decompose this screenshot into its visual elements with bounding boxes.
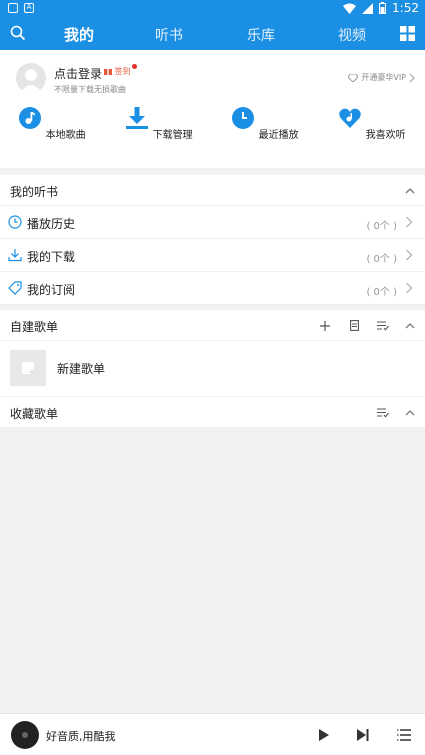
history-icon [8, 215, 22, 229]
list-item-label: 播放历史 [27, 217, 76, 231]
quick-download-manager[interactable]: 下载管理 [119, 106, 199, 141]
top-nav: 我的 听书 乐库 视频 [0, 18, 425, 50]
heart-icon [339, 108, 362, 128]
search-icon[interactable] [10, 25, 26, 41]
quick-recent-play-label: 最近播放 [258, 130, 299, 141]
clock-time: 1:52 [392, 1, 419, 15]
tab-library[interactable]: 乐库 [247, 25, 275, 45]
vip-label: 开通豪华VIP [361, 73, 406, 82]
diamond-icon [348, 73, 359, 82]
chevron-right-icon [409, 73, 415, 82]
section-title: 收藏歌单 [10, 407, 59, 421]
quick-download-manager-label: 下载管理 [152, 130, 193, 141]
login-subtitle: 不限量下载无损歌曲 [54, 85, 126, 94]
fav-playlists-header[interactable]: 收藏歌单 [0, 397, 425, 428]
audiobooks-header[interactable]: 我的听书 [0, 175, 425, 206]
download-icon [8, 249, 22, 262]
user-icon [20, 69, 42, 93]
music-note-icon [19, 107, 42, 129]
list-item-my-subscriptions[interactable]: 我的订阅 ( 0个 ) [0, 272, 425, 305]
list-item-label: 我的订阅 [27, 283, 76, 297]
mini-player[interactable]: 好音质,用酷我 [0, 713, 425, 755]
my-playlists-section: 自建歌单 新建歌单 [0, 310, 425, 397]
wifi-icon [343, 3, 357, 14]
status-bar: A 1:52 [0, 0, 425, 18]
section-title: 自建歌单 [10, 320, 59, 334]
chevron-up-icon[interactable] [405, 322, 415, 329]
quick-favorites[interactable]: 我喜欢听 [332, 106, 412, 141]
tag-icon [8, 281, 22, 295]
quick-recent-play[interactable]: 最近播放 [225, 106, 305, 141]
quick-favorites-label: 我喜欢听 [365, 130, 406, 141]
profile-card: 点击登录 签到 不限量下载无损歌曲 开通豪华VIP 本地歌曲 下载管理 最近播放… [0, 50, 425, 168]
section-title: 我的听书 [10, 185, 59, 199]
app-notification-icon: A [24, 3, 34, 13]
tab-mine[interactable]: 我的 [64, 24, 94, 45]
manage-list-icon[interactable] [377, 408, 389, 418]
new-playlist-item[interactable]: 新建歌单 [0, 341, 425, 397]
list-item-count: ( 0个 ) [366, 287, 397, 298]
battery-icon [379, 2, 387, 14]
grid-menu-icon[interactable] [400, 26, 415, 41]
avatar[interactable] [16, 63, 46, 93]
chevron-right-icon [406, 282, 413, 294]
import-icon[interactable] [350, 320, 359, 331]
clock-icon [232, 107, 255, 129]
play-icon[interactable] [319, 729, 329, 741]
next-track-icon[interactable] [357, 729, 369, 741]
chevron-up-icon[interactable] [405, 409, 415, 416]
login-link[interactable]: 点击登录 [54, 65, 102, 82]
tab-audiobooks[interactable]: 听书 [155, 25, 183, 45]
list-item-play-history[interactable]: 播放历史 ( 0个 ) [0, 206, 425, 239]
list-item-count: ( 0个 ) [366, 221, 397, 232]
list-item-count: ( 0个 ) [366, 254, 397, 265]
download-icon [126, 107, 149, 129]
gift-icon [104, 69, 112, 75]
my-playlists-header[interactable]: 自建歌单 [0, 310, 425, 341]
list-item-label: 我的下载 [27, 250, 76, 264]
manage-list-icon[interactable] [377, 321, 389, 331]
playlist-queue-icon[interactable] [397, 729, 411, 741]
new-playlist-label: 新建歌单 [57, 362, 106, 376]
notification-icon [8, 3, 18, 13]
fav-playlists-section: 收藏歌单 [0, 397, 425, 428]
red-dot-indicator [132, 64, 137, 69]
album-disc-icon[interactable] [11, 721, 39, 749]
vip-button[interactable]: 开通豪华VIP [348, 72, 415, 83]
audiobooks-section: 我的听书 播放历史 ( 0个 ) 我的下载 ( 0个 ) 我的订阅 ( 0个 ) [0, 175, 425, 305]
chevron-right-icon [406, 216, 413, 228]
sign-in-badge[interactable]: 签到 [104, 66, 131, 77]
sign-in-label: 签到 [114, 67, 131, 76]
list-item-my-downloads[interactable]: 我的下载 ( 0个 ) [0, 239, 425, 272]
new-playlist-icon [22, 362, 35, 375]
quick-local-songs[interactable]: 本地歌曲 [12, 106, 92, 141]
now-playing-text: 好音质,用酷我 [46, 730, 116, 743]
tab-video[interactable]: 视频 [338, 25, 366, 45]
signal-icon [362, 2, 374, 14]
add-icon[interactable] [320, 321, 330, 331]
chevron-up-icon[interactable] [405, 187, 415, 194]
quick-local-songs-label: 本地歌曲 [45, 130, 86, 141]
playlist-thumbnail [10, 350, 46, 386]
chevron-right-icon [406, 249, 413, 261]
